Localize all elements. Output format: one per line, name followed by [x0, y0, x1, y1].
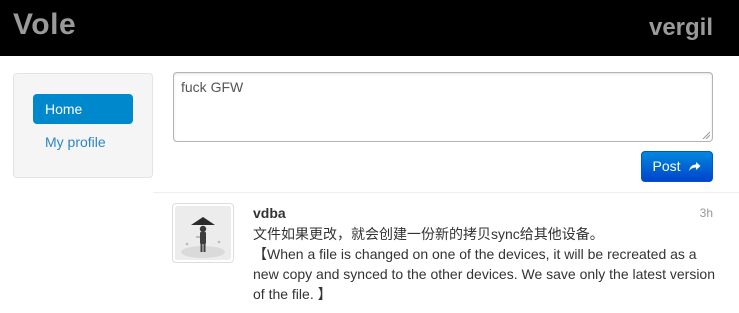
- share-arrow-icon: [688, 159, 701, 174]
- sidebar-item-my-profile[interactable]: My profile: [33, 127, 133, 157]
- username-link[interactable]: vergil: [649, 14, 713, 42]
- post-button-label: Post: [652, 158, 681, 174]
- post-author[interactable]: vdba: [253, 205, 286, 221]
- resize-grip-icon[interactable]: [702, 131, 710, 139]
- sidebar-item-home[interactable]: Home: [33, 94, 133, 124]
- post-timestamp: 3h: [699, 206, 713, 220]
- post-text: 文件如果更改，就会创建一份新的拷贝sync给其他设备。 【When a file…: [253, 224, 715, 304]
- post-button[interactable]: Post: [641, 151, 713, 182]
- post-textarea[interactable]: fuck GFW: [173, 72, 713, 142]
- post-textarea-value: fuck GFW: [181, 79, 244, 95]
- post-text-english: 【When a file is changed on one of the de…: [253, 246, 715, 302]
- user-avatar-icon[interactable]: [172, 203, 234, 263]
- sidebar: Home My profile: [13, 73, 153, 178]
- feed-divider: [153, 192, 739, 193]
- post-text-chinese: 文件如果更改，就会创建一份新的拷贝sync给其他设备。: [253, 226, 604, 242]
- top-navbar: Vole vergil: [0, 0, 739, 56]
- avatar-image: [175, 206, 231, 260]
- brand-logo[interactable]: Vole: [13, 8, 76, 42]
